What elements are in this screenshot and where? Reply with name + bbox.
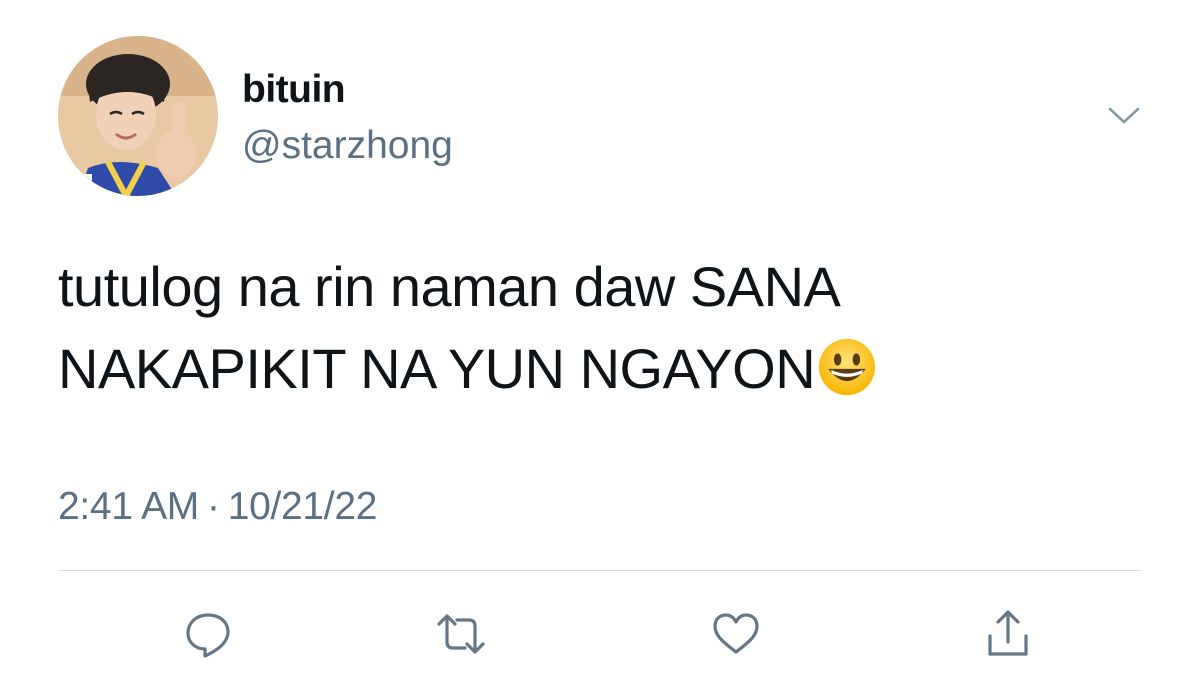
like-button[interactable] xyxy=(708,606,764,662)
grinning-face-icon xyxy=(819,338,876,396)
timestamp-separator: · xyxy=(207,485,220,528)
share-icon xyxy=(988,610,1028,656)
reply-icon xyxy=(186,613,230,658)
divider xyxy=(58,570,1142,571)
chevron-down-icon[interactable] xyxy=(1104,100,1144,130)
retweet-button[interactable] xyxy=(433,606,489,662)
share-button[interactable] xyxy=(980,606,1036,662)
avatar[interactable] xyxy=(58,36,218,196)
user-handle[interactable]: @starzhong xyxy=(242,124,453,168)
retweet-icon xyxy=(437,614,485,654)
heart-icon xyxy=(713,613,759,654)
tweet-timestamp[interactable]: 2:41 AM · 10/21/22 xyxy=(58,485,377,529)
reply-button[interactable] xyxy=(180,606,236,662)
tweet-text-line-2: NAKAPIKIT NA YUN NGAYON xyxy=(58,328,1138,410)
tweet-text-line-2-label: NAKAPIKIT NA YUN NGAYON xyxy=(58,337,816,400)
tweet-text: tutulog na rin naman daw SANA NAKAPIKIT … xyxy=(58,246,1138,410)
avatar-image xyxy=(58,36,218,196)
tweet-time: 2:41 AM xyxy=(58,485,199,528)
tweet-date: 10/21/22 xyxy=(227,485,378,528)
display-name[interactable]: bituin xyxy=(242,68,346,112)
tweet-text-line-1: tutulog na rin naman daw SANA xyxy=(58,255,841,318)
